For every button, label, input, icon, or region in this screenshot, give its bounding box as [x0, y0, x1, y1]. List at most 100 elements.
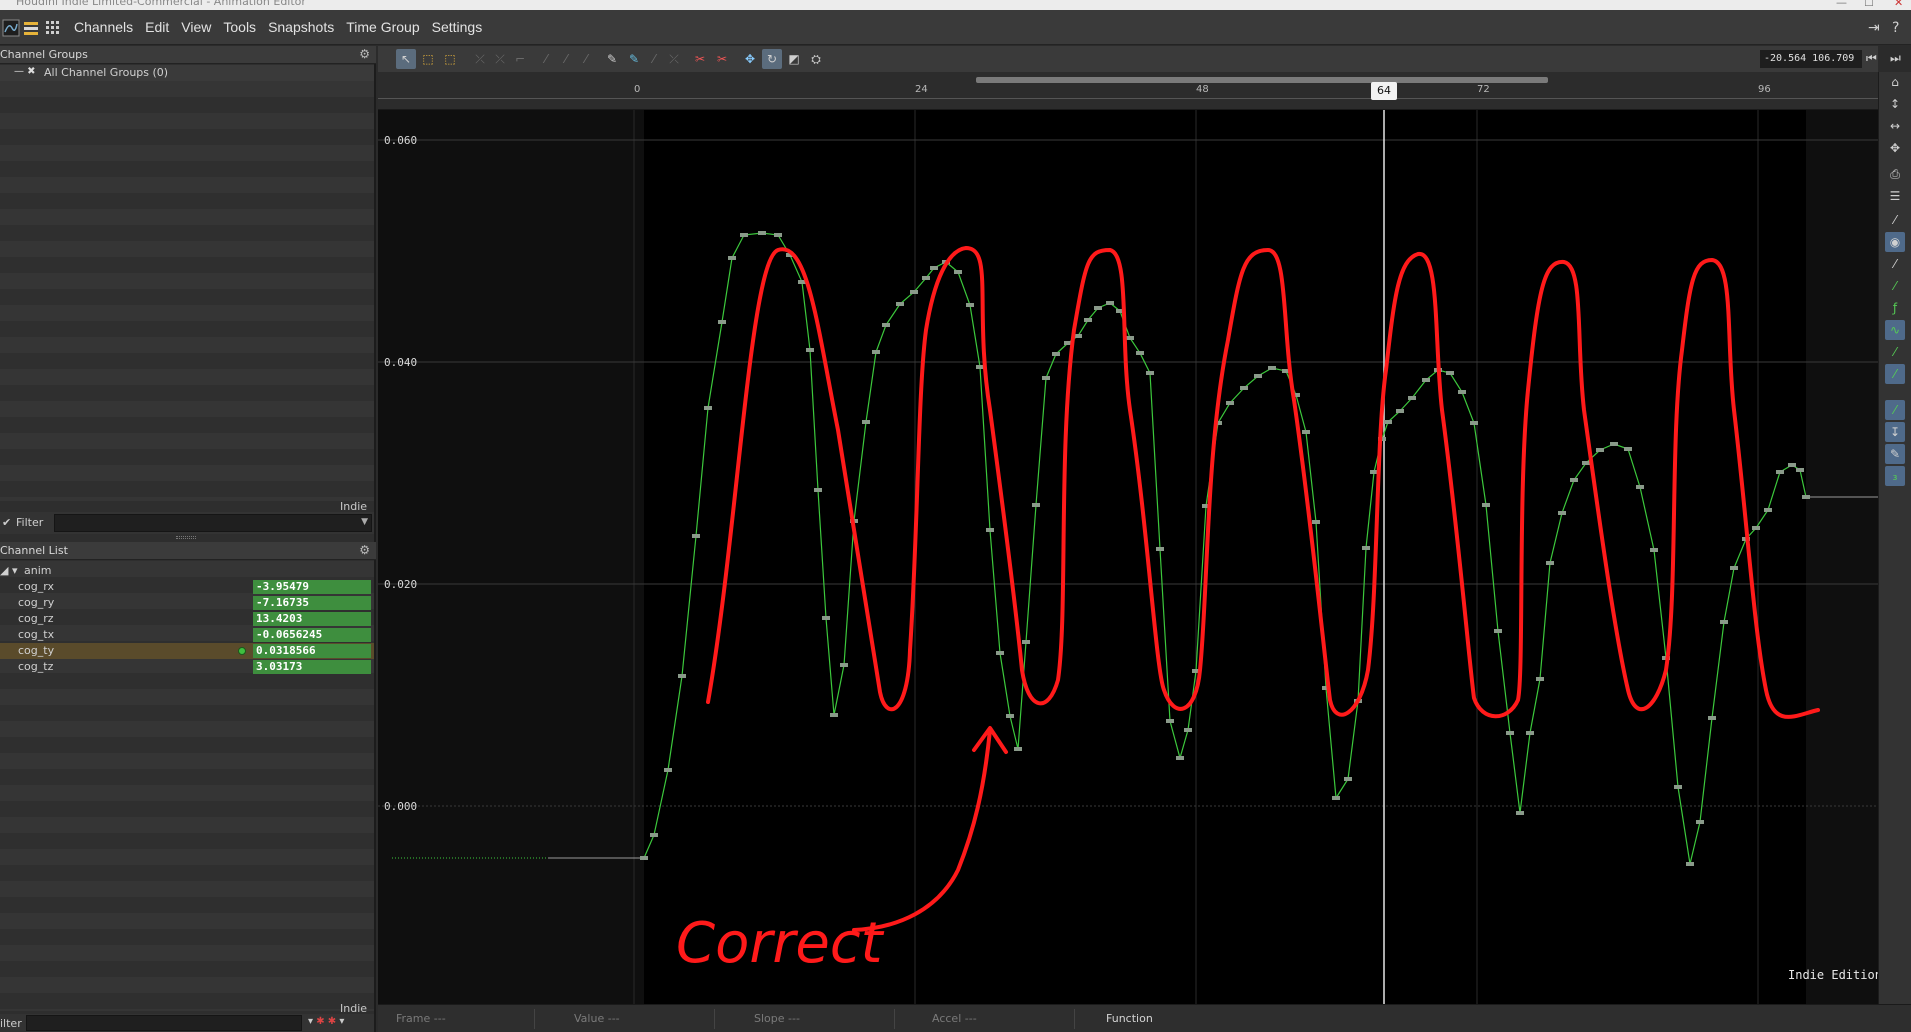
slope-field[interactable]: Slope --- — [754, 1012, 800, 1025]
keyframe-marker[interactable] — [814, 488, 822, 492]
keyframe-marker[interactable] — [1094, 306, 1102, 310]
gear-icon[interactable]: ⚙ — [359, 47, 370, 61]
channel-row-cog-tz[interactable]: cog_tz 3.03173 — [0, 659, 374, 675]
keyframe-marker[interactable] — [1470, 421, 1478, 425]
keyframe-marker[interactable] — [1384, 420, 1392, 424]
keyframe-marker[interactable] — [996, 651, 1004, 655]
keyframe-marker[interactable] — [1674, 785, 1682, 789]
keyframe-marker[interactable] — [1362, 546, 1370, 550]
splitter-handle[interactable] — [176, 536, 196, 539]
keyframe-marker[interactable] — [882, 323, 890, 327]
keyframe-marker[interactable] — [1516, 811, 1524, 815]
box-select-alt-icon[interactable]: ⬚ — [440, 49, 460, 69]
move-icon[interactable]: ✥ — [740, 49, 760, 69]
gear-icon[interactable]: ⚙ — [359, 543, 370, 557]
cut-icon[interactable]: ✂ — [690, 49, 710, 69]
skip-start-icon[interactable]: ⏮ — [1866, 51, 1877, 66]
filter-options-icon[interactable]: ▾ ✱ ✱ ▾ — [308, 1016, 344, 1027]
cut-alt-icon[interactable]: ✂ — [712, 49, 732, 69]
keyframe-marker[interactable] — [1796, 468, 1804, 472]
camera-icon[interactable]: ⛭ — [806, 49, 826, 69]
keyframe-marker[interactable] — [1052, 352, 1060, 356]
keyframe-marker[interactable] — [1184, 728, 1192, 732]
keyframe-marker[interactable] — [910, 290, 918, 294]
channel-row-cog-ry[interactable]: cog_ry -7.16735 — [0, 595, 374, 611]
keyframe-marker[interactable] — [1302, 430, 1310, 434]
help-icon[interactable]: ? — [1892, 20, 1899, 36]
tangent-tool-icon[interactable]: ⁄ — [576, 49, 596, 69]
curve-display-icon[interactable]: ⁄ — [1885, 364, 1905, 384]
accel-field[interactable]: Accel --- — [932, 1012, 977, 1025]
keyframe-marker[interactable] — [822, 616, 830, 620]
tangent-tool-icon[interactable]: ⤫ — [664, 49, 684, 69]
anim-tree-node[interactable]: ◢ ▾ anim — [0, 563, 374, 579]
value-field[interactable]: Value --- — [574, 1012, 620, 1025]
key-info-icon[interactable]: ✎ — [1885, 444, 1905, 464]
keyframe-marker[interactable] — [1582, 461, 1590, 465]
curve-display-icon[interactable]: ⁄ — [1885, 400, 1905, 420]
keyframe-marker[interactable] — [1686, 862, 1694, 866]
keyframe-marker[interactable] — [1408, 396, 1416, 400]
menu-view[interactable]: View — [175, 19, 217, 35]
menu-channels[interactable]: Channels — [68, 19, 139, 35]
tangent-tool-icon[interactable]: ⤫ — [490, 49, 510, 69]
skip-end-icon[interactable]: ⏭ — [1890, 51, 1901, 66]
pin-icon[interactable]: ⇥ — [1868, 20, 1880, 36]
menu-snapshots[interactable]: Snapshots — [262, 19, 340, 35]
keyframe-marker[interactable] — [1536, 677, 1544, 681]
filter-input[interactable] — [54, 514, 372, 532]
channel-value[interactable]: 13.4203 — [253, 612, 371, 626]
menu-settings[interactable]: Settings — [426, 19, 489, 35]
tangent-display-icon[interactable]: ⁄ — [1885, 210, 1905, 230]
channel-value[interactable]: -3.95479 — [253, 580, 371, 594]
keyframe-marker[interactable] — [1146, 371, 1154, 375]
channel-value[interactable]: -7.16735 — [253, 596, 371, 610]
keyframe-marker[interactable] — [1458, 390, 1466, 394]
channel-list-icon[interactable]: ☰ — [1885, 186, 1905, 206]
keyframe-marker[interactable] — [692, 534, 700, 538]
keyframe-marker[interactable] — [774, 233, 782, 237]
curve-display-icon[interactable]: ⁄ — [1885, 342, 1905, 362]
keyframe-marker[interactable] — [1166, 719, 1174, 723]
frame-field[interactable]: Frame --- — [396, 1012, 446, 1025]
channel-row-cog-rz[interactable]: cog_rz 13.4203 — [0, 611, 374, 627]
keyframe-marker[interactable] — [1176, 756, 1184, 760]
current-frame-badge[interactable]: 64 — [1371, 82, 1397, 100]
channel-value[interactable]: -0.0656245 — [253, 628, 371, 642]
keyframe-marker[interactable] — [806, 348, 814, 352]
keyframe-marker[interactable] — [758, 231, 766, 235]
keyframe-marker[interactable] — [1446, 371, 1454, 375]
keyframe-marker[interactable] — [986, 528, 994, 532]
curve-display-icon[interactable]: ⁄ — [1885, 276, 1905, 296]
keyframe-marker[interactable] — [1526, 731, 1534, 735]
keyframe-marker[interactable] — [1312, 520, 1320, 524]
check-icon[interactable]: ✔ — [2, 516, 11, 529]
keyframe-marker[interactable] — [1422, 378, 1430, 382]
keyframe-marker[interactable] — [966, 303, 974, 307]
keyframe-marker[interactable] — [1764, 508, 1772, 512]
keyframe-marker[interactable] — [1032, 503, 1040, 507]
keyframe-marker[interactable] — [1788, 463, 1796, 467]
timeline-ruler[interactable]: 0 24 48 72 96 — [378, 72, 1878, 110]
keyframe-marker[interactable] — [1624, 447, 1632, 451]
range-slider[interactable] — [976, 77, 1548, 83]
keyframe-marker[interactable] — [1720, 620, 1728, 624]
keyframe-marker[interactable] — [1776, 470, 1784, 474]
keyframe-marker[interactable] — [1014, 747, 1022, 751]
channel-group-icon[interactable] — [22, 19, 40, 37]
minimize-icon[interactable]: — — [1836, 0, 1847, 9]
frame-horizontal-icon[interactable]: ↔ — [1885, 116, 1905, 136]
channel-row-cog-tx[interactable]: cog_tx -0.0656245 — [0, 627, 374, 643]
keyframe-marker[interactable] — [896, 302, 904, 306]
tangent-tool-icon[interactable]: ⁄ — [556, 49, 576, 69]
keyframe-marker[interactable] — [1610, 442, 1618, 446]
animation-editor-icon[interactable] — [2, 19, 20, 37]
select-icon[interactable]: ↖ — [396, 49, 416, 69]
chevron-down-icon[interactable]: ▼ — [361, 517, 368, 527]
tangent-display-icon[interactable]: ⁄ — [1885, 254, 1905, 274]
frame-all-icon[interactable]: ✥ — [1885, 138, 1905, 158]
keyframe-marker[interactable] — [740, 233, 748, 237]
visibility-icon[interactable]: ◉ — [1885, 232, 1905, 252]
channel-value[interactable]: 3.03173 — [253, 660, 371, 674]
keyframe-marker[interactable] — [1136, 351, 1144, 355]
